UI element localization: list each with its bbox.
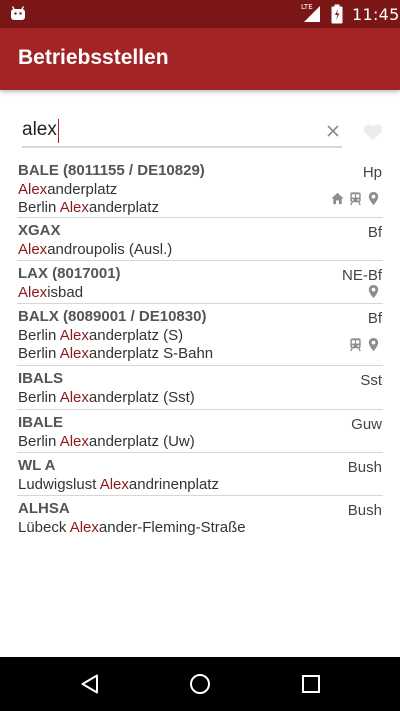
result-row[interactable]: ALHSA Bush Lübeck Alexander-Fleming-Straße	[17, 496, 383, 539]
station-type: Bush	[347, 502, 382, 519]
station-code: WL A	[18, 457, 56, 474]
station-type: Hp	[362, 164, 382, 181]
name-part: anderplatz	[88, 199, 159, 216]
train-icon	[348, 337, 363, 352]
station-type: NE-Bf	[341, 267, 382, 284]
clock: 11:45	[352, 5, 400, 24]
search-match: Alex	[99, 476, 129, 493]
search-match: Alex	[69, 519, 99, 536]
search-field[interactable]	[22, 114, 342, 148]
name-part: androupolis (Ausl.)	[47, 241, 173, 258]
station-type: Bush	[347, 459, 382, 476]
home-icon[interactable]	[188, 672, 212, 696]
status-bar: LTE 11:45	[0, 0, 400, 28]
station-code: LAX (8017001)	[18, 265, 121, 282]
search-match: Alex	[59, 433, 89, 450]
station-feature-icons	[348, 337, 381, 352]
station-name: Berlin Alexanderplatz (S)	[18, 327, 183, 344]
search-match: Alex	[18, 284, 48, 301]
name-part: anderplatz	[47, 181, 118, 198]
name-part: isbad	[47, 284, 84, 301]
result-row[interactable]: LAX (8017001) NE-Bf Alexisbad	[17, 261, 383, 304]
name-part: Ludwigslust	[18, 476, 100, 493]
signal-icon	[304, 6, 320, 22]
station-type: Bf	[367, 310, 382, 327]
result-row[interactable]: BALX (8089001 / DE10830) Bf Berlin Alexand…	[17, 304, 383, 366]
station-code: BALE (8011155 / DE10829)	[18, 162, 205, 179]
name-part: andrinenplatz	[128, 476, 219, 493]
station-name: Berlin Alexanderplatz	[18, 199, 159, 216]
app-bar: Betriebsstellen	[0, 28, 400, 90]
station-feature-icons	[366, 284, 381, 299]
result-row[interactable]: WL A Bush Ludwigslust Alexandrinenplatz	[17, 453, 383, 496]
name-part: Lübeck	[18, 519, 70, 536]
station-name: Ludwigslust Alexandrinenplatz	[18, 476, 219, 493]
station-type: Bf	[367, 224, 382, 241]
station-code: XGAX	[18, 222, 61, 239]
search-match: Alex	[18, 241, 48, 258]
name-part: ander-Fleming-Straße	[98, 519, 246, 536]
clear-icon[interactable]	[323, 121, 343, 141]
name-part: Berlin	[18, 327, 60, 344]
train-icon	[348, 191, 363, 206]
name-part: Berlin	[18, 345, 60, 362]
station-name: Alexanderplatz	[18, 181, 117, 198]
android-icon	[11, 6, 25, 20]
name-part: Berlin	[18, 433, 60, 450]
search-match: Alex	[59, 327, 89, 344]
house-icon	[330, 191, 345, 206]
heart-icon[interactable]	[362, 121, 384, 143]
navigation-bar	[0, 657, 400, 711]
station-type: Sst	[360, 372, 382, 389]
search-match: Alex	[59, 389, 89, 406]
station-code: BALX (8089001 / DE10830)	[18, 308, 207, 325]
name-part: anderplatz (Sst)	[88, 389, 195, 406]
battery-icon	[331, 4, 343, 24]
result-row[interactable]: IBALE Guw Berlin Alexanderplatz (Uw)	[17, 410, 383, 453]
station-name: Berlin Alexanderplatz S-Bahn	[18, 345, 213, 362]
station-name: Lübeck Alexander-Fleming-Straße	[18, 519, 246, 536]
name-part: Berlin	[18, 199, 60, 216]
station-code: IBALE	[18, 414, 63, 431]
name-part: anderplatz (Uw)	[88, 433, 195, 450]
station-code: IBALS	[18, 370, 63, 387]
recents-icon[interactable]	[299, 672, 323, 696]
search-match: Alex	[59, 345, 89, 362]
station-name: Berlin Alexanderplatz (Sst)	[18, 389, 195, 406]
name-part: Berlin	[18, 389, 60, 406]
station-type: Guw	[351, 416, 382, 433]
search-match: Alex	[59, 199, 89, 216]
name-part: anderplatz S-Bahn	[88, 345, 214, 362]
result-row[interactable]: XGAX Bf Alexandroupolis (Ausl.)	[17, 218, 383, 261]
result-row[interactable]: IBALS Sst Berlin Alexanderplatz (Sst)	[17, 366, 383, 410]
result-row[interactable]: BALE (8011155 / DE10829) Hp Alexanderplatz…	[17, 158, 383, 218]
location-pin-icon	[366, 337, 381, 352]
location-pin-icon	[366, 191, 381, 206]
name-part: anderplatz (S)	[88, 327, 184, 344]
station-name: Berlin Alexanderplatz (Uw)	[18, 433, 195, 450]
location-pin-icon	[366, 284, 381, 299]
text-cursor	[58, 119, 59, 143]
back-icon[interactable]	[78, 672, 102, 696]
station-name: Alexandroupolis (Ausl.)	[18, 241, 172, 258]
screen: { "status_bar": { "time": "11:45", "netw…	[0, 0, 400, 711]
station-feature-icons	[330, 191, 381, 206]
search-match: Alex	[18, 181, 48, 198]
page-title: Betriebsstellen	[18, 46, 169, 69]
search-input[interactable]	[22, 118, 312, 142]
station-name: Alexisbad	[18, 284, 83, 301]
station-code: ALHSA	[18, 500, 70, 517]
